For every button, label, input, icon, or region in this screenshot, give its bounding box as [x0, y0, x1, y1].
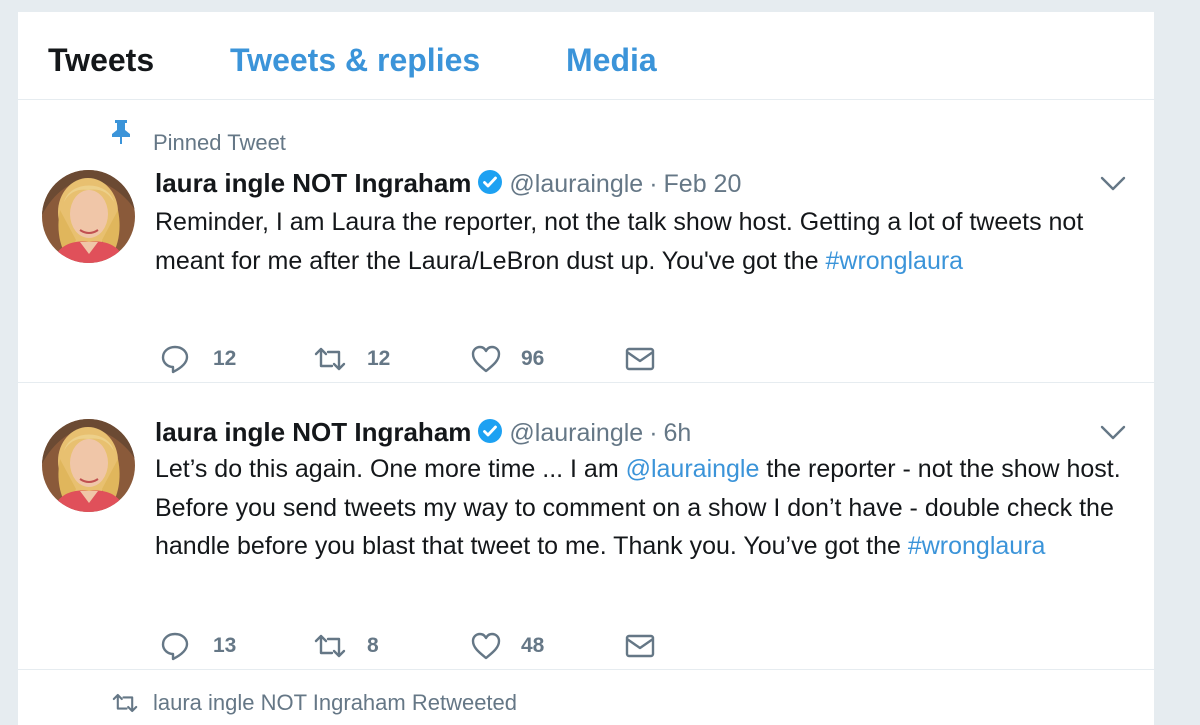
author-name[interactable]: laura ingle NOT Ingraham — [155, 168, 471, 198]
separator-dot: · — [649, 170, 658, 198]
reply-button[interactable]: 13 — [160, 629, 250, 663]
heart-icon — [471, 632, 501, 660]
reply-count: 13 — [213, 634, 237, 657]
profile-tabs: Tweets Tweets & replies Media — [18, 12, 1154, 100]
tab-media[interactable]: Media — [566, 40, 657, 80]
heart-icon — [471, 345, 501, 373]
author-name[interactable]: laura ingle NOT Ingraham — [155, 417, 471, 447]
retweet-button[interactable]: 8 — [312, 629, 402, 663]
tweet-text: Reminder, I am Laura the reporter, not t… — [155, 203, 1140, 280]
retweet-icon — [314, 634, 346, 658]
tweet-timestamp[interactable]: Feb 20 — [664, 170, 742, 198]
like-button[interactable]: 48 — [470, 629, 560, 663]
tweet-text: Let’s do this again. One more time ... I… — [155, 450, 1140, 566]
mention-link[interactable]: @lauraingle — [626, 455, 760, 483]
retweet-icon — [314, 347, 346, 371]
reply-count: 12 — [213, 347, 237, 370]
retweet-count: 8 — [367, 634, 379, 657]
tab-tweets[interactable]: Tweets — [48, 40, 154, 80]
tweet[interactable]: laura ingle NOT Ingraham @lauraingle · 6h L… — [18, 383, 1154, 670]
tweet-timestamp[interactable]: 6h — [664, 419, 692, 447]
tweet-actions: 12 12 96 — [160, 342, 680, 376]
pin-icon — [110, 119, 132, 150]
like-button[interactable]: 96 — [470, 342, 560, 376]
envelope-icon — [625, 634, 655, 658]
tab-tweets-and-replies[interactable]: Tweets & replies — [230, 40, 480, 80]
author-handle[interactable]: @lauraingle — [509, 170, 643, 198]
tweet-text-body: Let’s do this again. One more time ... I… — [155, 455, 626, 483]
retweet-context-row[interactable]: laura ingle NOT Ingraham Retweeted — [18, 670, 1154, 725]
author-handle[interactable]: @lauraingle — [509, 419, 643, 447]
retweet-icon — [110, 691, 140, 720]
tweet-actions: 13 8 48 — [160, 629, 680, 663]
like-count: 48 — [521, 634, 545, 657]
chevron-down-icon[interactable] — [1100, 175, 1126, 198]
tweet[interactable]: Pinned Tweet laura ingle NOT Ingraham @la… — [18, 100, 1154, 383]
separator-dot: · — [649, 419, 658, 447]
tweet-header: laura ingle NOT Ingraham @lauraingle · 6h — [155, 415, 691, 449]
reply-icon — [161, 632, 189, 661]
profile-timeline: Tweets Tweets & replies Media Pinned Twe… — [18, 12, 1154, 725]
direct-message-button[interactable] — [624, 629, 658, 663]
reply-button[interactable]: 12 — [160, 342, 250, 376]
direct-message-button[interactable] — [624, 342, 658, 376]
avatar[interactable] — [42, 170, 135, 263]
envelope-icon — [625, 347, 655, 371]
reply-icon — [161, 345, 189, 374]
avatar[interactable] — [42, 419, 135, 512]
hashtag-link[interactable]: #wronglaura — [908, 532, 1046, 560]
retweet-button[interactable]: 12 — [312, 342, 402, 376]
pinned-tweet-label: Pinned Tweet — [153, 130, 286, 155]
retweet-count: 12 — [367, 347, 391, 370]
tweet-header: laura ingle NOT Ingraham @lauraingle · Feb … — [155, 166, 741, 200]
like-count: 96 — [521, 347, 545, 370]
chevron-down-icon[interactable] — [1100, 424, 1126, 447]
retweeted-label: laura ingle NOT Ingraham Retweeted — [153, 690, 518, 715]
hashtag-link[interactable]: #wronglaura — [826, 247, 964, 275]
